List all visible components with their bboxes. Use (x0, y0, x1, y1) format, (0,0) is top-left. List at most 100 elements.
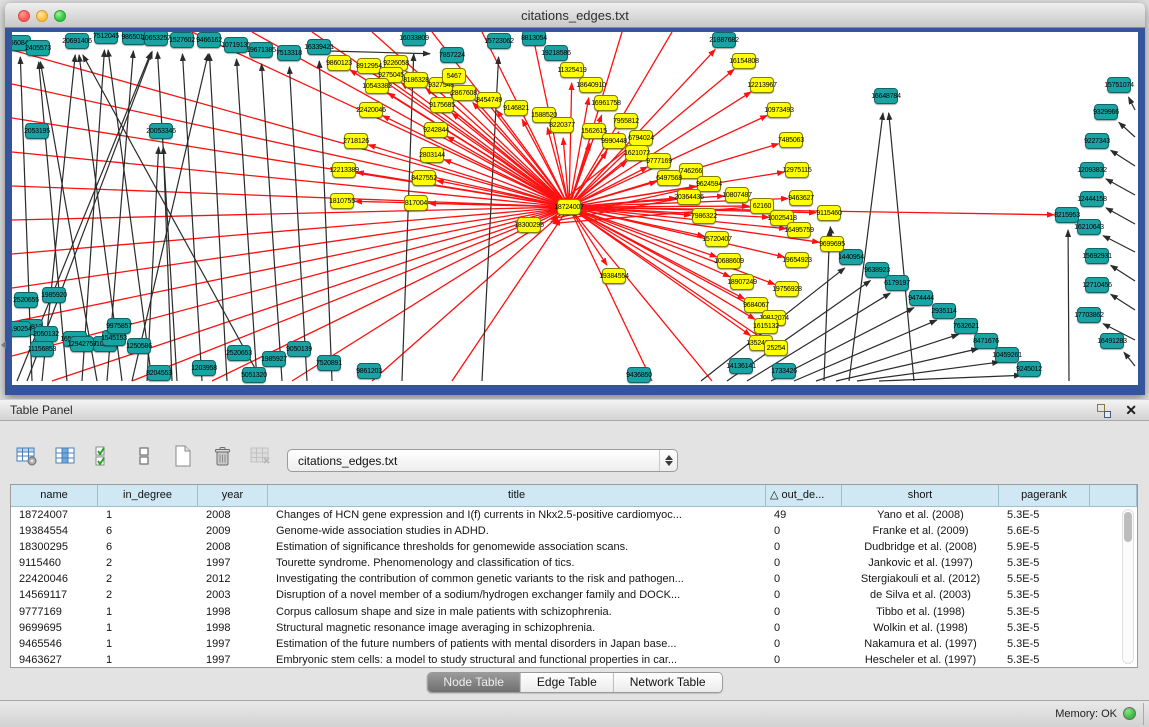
graph-node[interactable]: 22420046 (359, 102, 383, 118)
column-header[interactable]: in_degree (98, 485, 198, 507)
graph-node[interactable]: 9860123 (327, 55, 351, 71)
graph-node[interactable]: 16033809 (402, 32, 426, 46)
table-selector-dropdown[interactable]: citations_edges.txt (287, 449, 678, 472)
graph-node[interactable]: 1250586 (127, 338, 151, 354)
graph-node[interactable]: 1733426 (772, 363, 796, 379)
row-height-icon[interactable] (131, 443, 157, 469)
graph-node[interactable]: 18300295 (517, 217, 541, 233)
graph-node[interactable]: 1190254 (12, 321, 31, 337)
graph-node[interactable]: 17703862 (1077, 307, 1101, 323)
table-settings-icon[interactable] (14, 443, 40, 469)
column-chooser-icon[interactable] (53, 443, 79, 469)
graph-node[interactable]: 8204553 (147, 365, 171, 381)
graph-node[interactable]: 12942757 (70, 336, 94, 352)
graph-node[interactable]: 19384554 (602, 268, 626, 284)
graph-node[interactable]: 15723062 (487, 33, 511, 49)
graph-node[interactable]: 9115460 (817, 205, 841, 221)
graph-node[interactable]: 9242844 (424, 122, 448, 138)
graph-node[interactable]: 2520655 (14, 292, 38, 308)
graph-node[interactable]: 15720407 (705, 231, 729, 247)
graph-node[interactable]: 9699695 (820, 236, 844, 252)
delete-row-icon[interactable] (209, 443, 235, 469)
graph-node[interactable]: 7955812 (614, 113, 638, 129)
column-header[interactable]: △ out_de... (766, 485, 842, 507)
graph-node[interactable]: 20053346 (149, 123, 173, 139)
graph-node[interactable]: 15751074 (1107, 77, 1131, 93)
graph-node[interactable]: 9436850 (627, 367, 651, 383)
graph-node[interactable]: 9227343 (1085, 133, 1109, 149)
column-header[interactable]: title (268, 485, 766, 507)
close-panel-icon[interactable]: ✕ (1125, 402, 1137, 419)
graph-node[interactable]: 16961758 (594, 95, 618, 111)
table-row[interactable]: 1456911722003Disruption of a novel membe… (11, 587, 1137, 603)
column-header[interactable]: pagerank (999, 485, 1090, 507)
graph-node[interactable]: 8427552 (412, 170, 436, 186)
table-row[interactable]: 946554611997Estimation of the future num… (11, 636, 1137, 652)
memory-status-icon[interactable] (1123, 707, 1136, 720)
tab-network-table[interactable]: Network Table (614, 673, 722, 692)
graph-node[interactable]: 12213389 (332, 162, 356, 178)
graph-node[interactable]: 2803144 (420, 147, 444, 163)
graph-node[interactable]: 12444158 (1080, 191, 1104, 207)
graph-node[interactable]: 9050139 (287, 341, 311, 357)
graph-node[interactable]: 2520653 (227, 345, 251, 361)
table-row[interactable]: 1830029562008Estimation of significance … (11, 539, 1137, 555)
graph-node[interactable]: 9463627 (789, 190, 813, 206)
graph-node[interactable]: 8220377 (550, 117, 574, 133)
graph-node[interactable]: 10653257 (144, 32, 168, 46)
panel-collapse-arrow-icon[interactable] (1, 341, 6, 349)
graph-node[interactable]: 16339421 (307, 39, 331, 55)
graph-node[interactable]: 7632621 (954, 318, 978, 334)
graph-node[interactable]: 6179197 (885, 275, 909, 291)
graph-node[interactable]: 1203958 (192, 360, 216, 376)
graph-node[interactable]: 25254 (764, 340, 788, 356)
graph-node[interactable]: 16495759 (787, 222, 811, 238)
graph-node[interactable]: 9466162 (197, 32, 221, 48)
table-row[interactable]: 946362711997Embryonic stem cells: a mode… (11, 652, 1137, 668)
graph-node[interactable]: 1527602 (170, 32, 194, 48)
graph-node[interactable]: 9975857 (107, 318, 131, 334)
graph-node[interactable]: 12093832 (1080, 162, 1104, 178)
network-canvas[interactable]: 1660842240557320691406751204598650111065… (12, 32, 1138, 385)
graph-node[interactable]: 6794024 (629, 130, 653, 146)
graph-node[interactable]: 12975115 (785, 162, 809, 178)
graph-node[interactable]: 7857224 (440, 47, 464, 63)
graph-node[interactable]: 2935114 (932, 303, 956, 319)
graph-node[interactable]: 21887682 (712, 32, 736, 48)
table-row[interactable]: 977716911998Corpus callosum shape and si… (11, 604, 1137, 620)
graph-node[interactable]: 19218586 (544, 45, 568, 61)
table-row[interactable]: 1938455462009Genome-wide association stu… (11, 523, 1137, 539)
graph-node[interactable]: 10807487 (725, 187, 749, 203)
graph-node[interactable]: 10973493 (767, 102, 791, 118)
select-rows-icon[interactable] (92, 443, 118, 469)
graph-node[interactable]: 16210643 (1077, 219, 1101, 235)
graph-node[interactable]: 1615132 (754, 318, 778, 334)
graph-node[interactable]: 9146821 (504, 100, 528, 116)
float-panel-icon[interactable] (1097, 404, 1111, 418)
table-row[interactable]: 911546021997Tourette syndrome. Phenomeno… (11, 555, 1137, 571)
graph-node[interactable]: 9624594 (697, 176, 721, 192)
graph-node[interactable]: 10688609 (717, 253, 741, 269)
graph-node[interactable]: 12710456 (1085, 277, 1109, 293)
graph-node[interactable]: 14136141 (729, 358, 753, 374)
table-row[interactable]: 2242004622012Investigating the contribut… (11, 571, 1137, 587)
graph-node[interactable]: 6497568 (657, 170, 681, 186)
graph-node[interactable]: 1985927 (262, 351, 286, 367)
graph-node[interactable]: 7520891 (317, 355, 341, 371)
graph-node[interactable]: 19654923 (785, 252, 809, 268)
graph-node[interactable]: 9245012 (1017, 361, 1041, 377)
graph-node[interactable]: 7485063 (779, 132, 803, 148)
graph-node[interactable]: 16491283 (1100, 333, 1124, 349)
graph-node[interactable]: 16648784 (874, 88, 898, 104)
network-window-titlebar[interactable]: citations_edges.txt (5, 3, 1145, 28)
graph-node[interactable]: 10719135 (224, 37, 248, 53)
graph-node[interactable]: 12213967 (750, 77, 774, 93)
graph-node[interactable]: 8186328 (404, 72, 428, 88)
graph-node[interactable]: 18724007 (557, 199, 581, 215)
graph-node[interactable]: 817004 (404, 195, 428, 211)
column-header[interactable]: short (842, 485, 999, 507)
graph-node[interactable]: 19671385 (249, 42, 273, 58)
graph-node[interactable]: 2718126 (344, 133, 368, 149)
graph-node[interactable]: 8215953 (1055, 207, 1079, 223)
graph-node[interactable]: 7986322 (692, 208, 716, 224)
